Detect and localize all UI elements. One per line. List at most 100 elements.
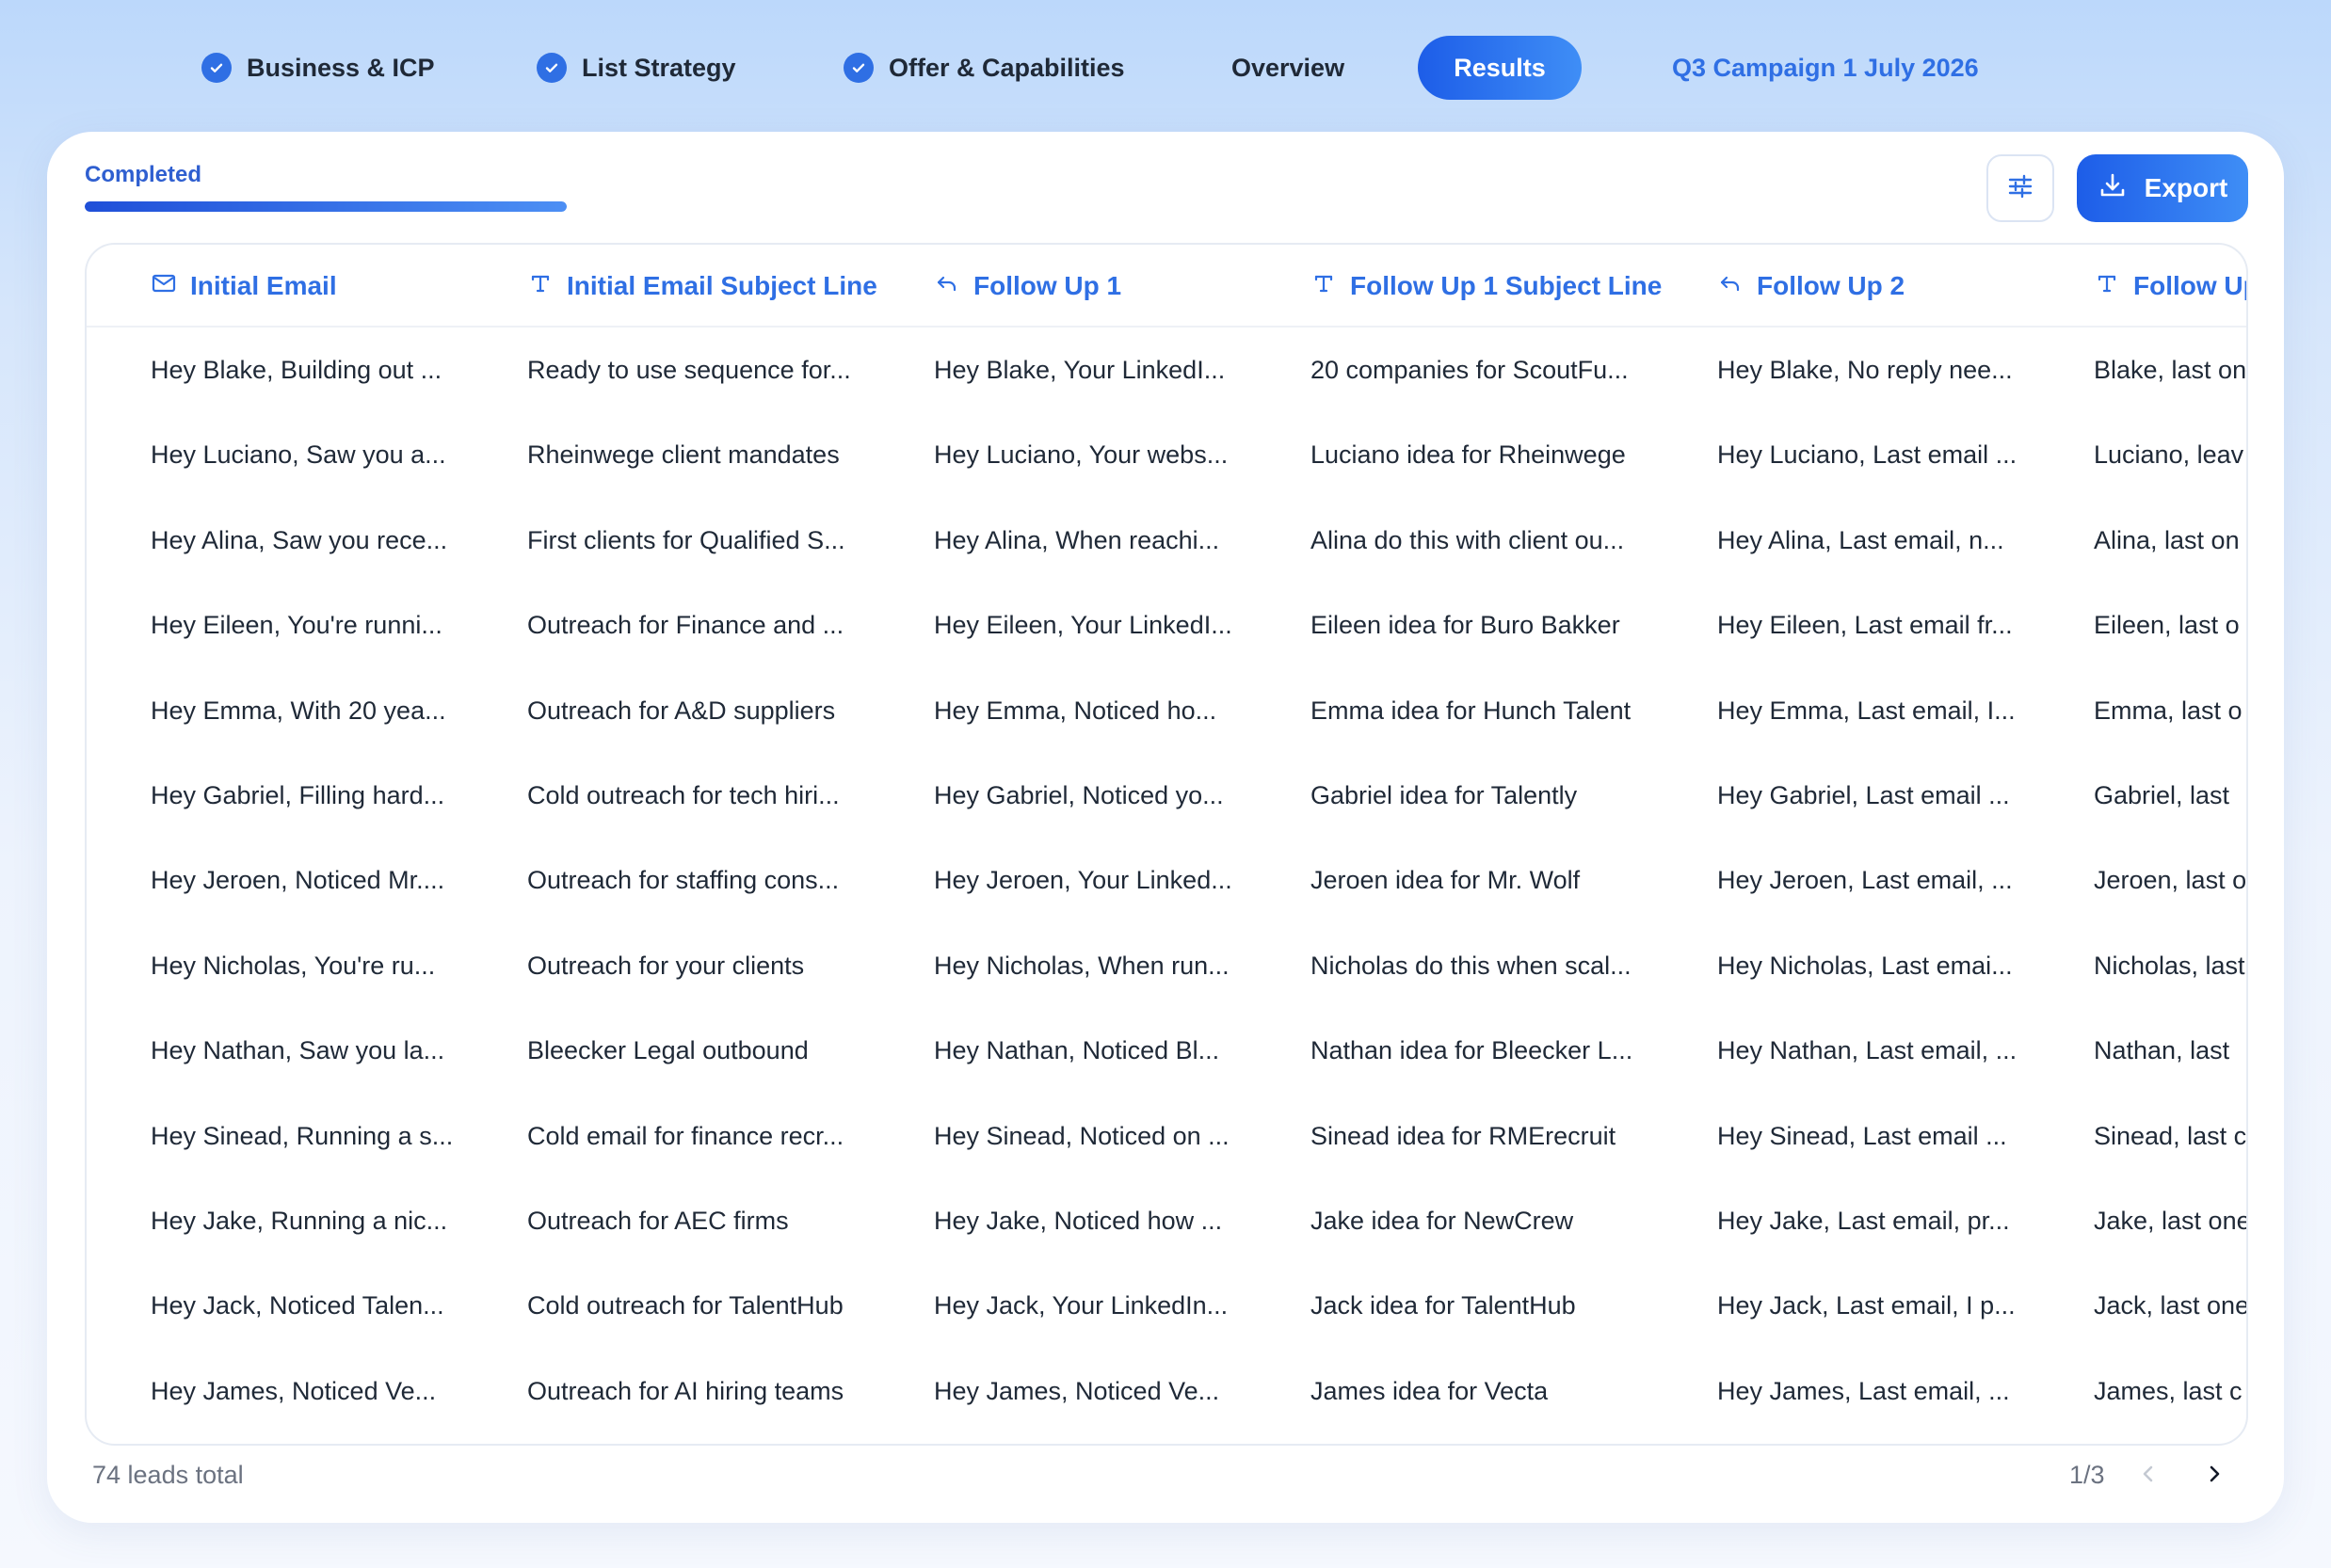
table-row[interactable]: Hey Sinead, Running a s... Cold email for… bbox=[87, 1094, 2247, 1178]
table-row[interactable]: Hey Nathan, Saw you la... Bleecker Legal … bbox=[87, 1008, 2246, 1093]
table-cell: Hey Luciano, Saw you a... bbox=[151, 440, 446, 470]
table-cell: Hey Emma, With 20 yea... bbox=[151, 696, 446, 725]
table-cell: Hey Blake, Your LinkedI... bbox=[934, 356, 1226, 384]
table-cell: Jeroen, last o bbox=[2094, 866, 2247, 895]
table-cell: Eileen idea for Buro Bakker bbox=[1310, 611, 1620, 640]
table-cell: Hey Gabriel, Filling hard... bbox=[151, 780, 445, 809]
table-row[interactable]: Hey Jake, Running a nic... Outreach for A… bbox=[87, 1178, 2248, 1263]
chevron-left-icon bbox=[2137, 1463, 2160, 1490]
table-cell: Hey James, Noticed Ve... bbox=[934, 1376, 1220, 1405]
table-cell: First clients for Qualified S... bbox=[527, 525, 845, 554]
table-cell: Nicholas do this when scal... bbox=[1310, 951, 1632, 980]
step-offer-capabilities[interactable]: Offer & Capabilities bbox=[844, 36, 1125, 100]
campaign-title[interactable]: Q3 Campaign 1 July 2026 bbox=[1672, 36, 1979, 100]
table-cell: Outreach for your clients bbox=[527, 951, 805, 980]
table-cell: Hey Blake, No reply nee... bbox=[1717, 356, 2013, 384]
table-cell: Luciano idea for Rheinwege bbox=[1310, 440, 1626, 470]
check-circle-icon bbox=[201, 53, 232, 83]
table-cell: James idea for Vecta bbox=[1310, 1376, 1549, 1405]
reply-icon bbox=[934, 270, 960, 303]
table-cell: Hey Luciano, Last email ... bbox=[1717, 440, 2018, 470]
table-body: Hey Blake, Building out ... Ready to use … bbox=[87, 328, 2248, 1433]
table-cell: Nicholas, last bbox=[2094, 951, 2245, 980]
table-row[interactable]: Hey Emma, With 20 yea... Outreach for A&D… bbox=[87, 668, 2246, 753]
table-cell: Jeroen idea for Mr. Wolf bbox=[1310, 866, 1581, 895]
text-icon bbox=[2094, 270, 2120, 303]
step-results[interactable]: Results bbox=[1418, 36, 1582, 100]
table-row[interactable]: Hey Nicholas, You're ru... Outreach for y… bbox=[87, 923, 2246, 1008]
step-label: List Strategy bbox=[582, 53, 736, 82]
table-cell: Hey James, Last email, ... bbox=[1717, 1376, 2010, 1405]
column-header-follow-up-subject[interactable]: Follow Up bbox=[2094, 245, 2246, 328]
wizard-nav: Business & ICP List Strategy Offer & Cap… bbox=[0, 0, 2331, 132]
next-page-button[interactable] bbox=[2195, 1457, 2233, 1495]
text-icon bbox=[1310, 270, 1337, 303]
table-cell: Jake, last one bbox=[2094, 1206, 2248, 1235]
step-label: Results bbox=[1454, 53, 1546, 82]
table-cell: Hey Gabriel, Last email ... bbox=[1717, 780, 2010, 809]
sliders-icon bbox=[2005, 171, 2035, 206]
table-cell: Hey Nicholas, When run... bbox=[934, 951, 1230, 980]
table-cell: Hey Jack, Last email, I p... bbox=[1717, 1291, 2016, 1320]
column-header-initial-subject[interactable]: Initial Email Subject Line bbox=[527, 245, 877, 328]
table-row[interactable]: Hey James, Noticed Ve... Outreach for AI … bbox=[87, 1349, 2246, 1433]
page-indicator: 1/3 bbox=[2069, 1461, 2105, 1489]
table-cell: Hey Jeroen, Your Linked... bbox=[934, 866, 1232, 895]
table-cell: Ready to use sequence for... bbox=[527, 356, 851, 384]
column-header-follow-up-1-subject[interactable]: Follow Up 1 Subject Line bbox=[1310, 245, 1662, 328]
table-row[interactable]: Hey Alina, Saw you rece... First clients … bbox=[87, 498, 2246, 583]
table-row[interactable]: Hey Luciano, Saw you a... Rheinwege clien… bbox=[87, 412, 2246, 497]
table-cell: Hey Nathan, Last email, ... bbox=[1717, 1036, 2018, 1065]
table-cell: Hey Nicholas, You're ru... bbox=[151, 951, 436, 980]
table-cell: Nathan idea for Bleecker L... bbox=[1310, 1036, 1633, 1065]
step-label: Offer & Capabilities bbox=[889, 53, 1125, 82]
step-label: Business & ICP bbox=[247, 53, 435, 82]
table-cell: Hey Emma, Noticed ho... bbox=[934, 696, 1217, 725]
column-header-follow-up-2[interactable]: Follow Up 2 bbox=[1717, 245, 1905, 328]
table-cell: Sinead, last c bbox=[2094, 1121, 2247, 1150]
table-cell: Cold email for finance recr... bbox=[527, 1121, 844, 1150]
export-label: Export bbox=[2144, 173, 2228, 202]
table-cell: Hey Jeroen, Noticed Mr.... bbox=[151, 866, 445, 895]
table-cell: Hey Nathan, Saw you la... bbox=[151, 1036, 445, 1065]
table-cell: Gabriel, last bbox=[2094, 780, 2230, 809]
table-cell: Outreach for AEC firms bbox=[527, 1206, 789, 1235]
table-cell: Jake idea for NewCrew bbox=[1310, 1206, 1574, 1235]
table-row[interactable]: Hey Jeroen, Noticed Mr.... Outreach for s… bbox=[87, 838, 2247, 922]
table-cell: James, last c bbox=[2094, 1376, 2243, 1405]
table-row[interactable]: Hey Jack, Noticed Talen... Cold outreach … bbox=[87, 1263, 2246, 1348]
table-cell: Hey Jake, Last email, pr... bbox=[1717, 1206, 2010, 1235]
filter-button[interactable] bbox=[1986, 154, 2054, 222]
export-button[interactable]: Export bbox=[2077, 154, 2248, 222]
step-label: Overview bbox=[1231, 53, 1345, 82]
table-cell: Hey Alina, When reachi... bbox=[934, 525, 1220, 554]
prev-page-button[interactable] bbox=[2130, 1457, 2167, 1495]
chevron-right-icon bbox=[2203, 1463, 2226, 1490]
table-row[interactable]: Hey Gabriel, Filling hard... Cold outreac… bbox=[87, 753, 2246, 838]
results-table[interactable]: Initial Email Initial Email Subject Line… bbox=[85, 243, 2248, 1446]
column-label: Follow Up 1 bbox=[973, 271, 1122, 300]
column-label: Follow Up 2 bbox=[1757, 271, 1905, 300]
table-cell: Outreach for A&D suppliers bbox=[527, 696, 836, 725]
column-header-initial-email[interactable]: Initial Email bbox=[151, 245, 337, 328]
step-overview[interactable]: Overview bbox=[1231, 36, 1344, 100]
table-cell: Hey Jake, Noticed how ... bbox=[934, 1206, 1223, 1235]
leads-total: 74 leads total bbox=[92, 1461, 244, 1489]
table-row[interactable]: Hey Eileen, You're runni... Outreach for … bbox=[87, 583, 2246, 667]
results-card: Completed Export Initial Email Initial E… bbox=[47, 132, 2284, 1523]
table-cell: Hey Eileen, Last email fr... bbox=[1717, 611, 2013, 640]
step-business-icp[interactable]: Business & ICP bbox=[201, 36, 435, 100]
status-label: Completed bbox=[85, 162, 202, 187]
column-header-follow-up-1[interactable]: Follow Up 1 bbox=[934, 245, 1121, 328]
check-circle-icon bbox=[844, 53, 874, 83]
table-header: Initial Email Initial Email Subject Line… bbox=[87, 245, 2246, 328]
table-cell: Hey Jack, Noticed Talen... bbox=[151, 1291, 444, 1320]
step-list-strategy[interactable]: List Strategy bbox=[537, 36, 736, 100]
table-cell: Outreach for staffing cons... bbox=[527, 866, 840, 895]
table-cell: Rheinwege client mandates bbox=[527, 440, 840, 470]
table-cell: Hey Alina, Last email, n... bbox=[1717, 525, 2004, 554]
table-cell: Alina, last on bbox=[2094, 525, 2240, 554]
progress-fill bbox=[85, 201, 567, 212]
table-row[interactable]: Hey Blake, Building out ... Ready to use … bbox=[87, 328, 2246, 412]
reply-icon bbox=[1717, 270, 1744, 303]
